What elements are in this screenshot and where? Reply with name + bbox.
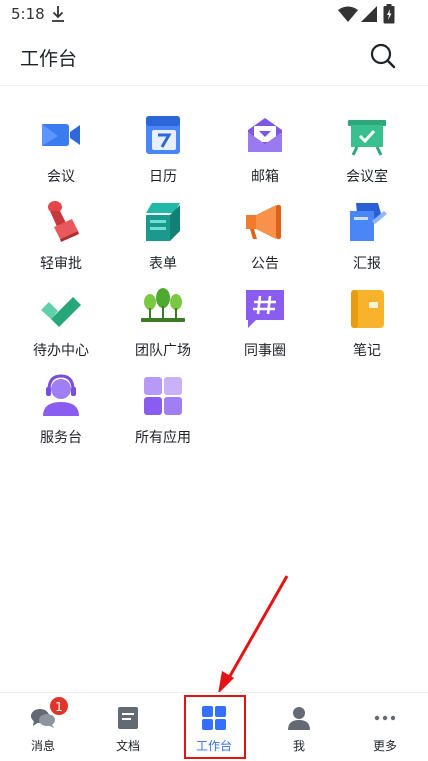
header: 工作台 (0, 30, 428, 86)
download-icon (52, 6, 64, 22)
tab-me[interactable]: 我 (264, 693, 334, 761)
app-label: 表单 (149, 256, 177, 272)
app-calendar[interactable]: 日历 (113, 110, 213, 196)
app-label: 汇报 (353, 256, 381, 272)
form-icon (146, 203, 180, 241)
report-icon (350, 203, 387, 241)
bottom-tab-bar: 1 消息 文档 工作台 我 更多 (0, 692, 428, 761)
app-label: 所有应用 (135, 430, 191, 446)
tab-label: 工作台 (195, 739, 232, 753)
notebook-icon (351, 290, 384, 328)
unread-badge: 1 (49, 696, 69, 716)
more-dots-icon (374, 715, 396, 721)
app-meeting-room[interactable]: 会议室 (317, 110, 417, 196)
meeting-room-icon (348, 120, 386, 156)
app-approval[interactable]: 轻审批 (11, 197, 111, 283)
app-team-square[interactable]: 团队广场 (113, 284, 213, 370)
video-meeting-icon (42, 124, 80, 146)
app-label: 服务台 (40, 430, 82, 446)
wifi-icon (338, 6, 358, 22)
tab-more[interactable]: 更多 (350, 693, 420, 761)
app-mail[interactable]: 邮箱 (215, 110, 315, 196)
person-icon (288, 707, 310, 730)
battery-icon (383, 4, 395, 24)
app-label: 轻审批 (40, 256, 82, 272)
tab-label: 更多 (372, 739, 397, 753)
megaphone-icon (246, 205, 281, 239)
app-form[interactable]: 表单 (113, 197, 213, 283)
app-todo[interactable]: 待办中心 (11, 284, 111, 370)
app-label: 同事圈 (244, 343, 286, 359)
app-label: 日历 (149, 169, 177, 185)
hashtag-chat-icon (246, 290, 284, 328)
app-all-apps[interactable]: 所有应用 (113, 371, 213, 457)
app-service-desk[interactable]: 服务台 (11, 371, 111, 457)
status-time: 5:18 (11, 5, 45, 23)
app-notes[interactable]: 笔记 (317, 284, 417, 370)
search-icon[interactable] (369, 42, 397, 70)
status-bar: 5:18 (0, 0, 428, 30)
all-apps-icon (144, 377, 182, 415)
app-label: 会议 (47, 169, 75, 185)
grid-icon (202, 706, 226, 730)
page-title: 工作台 (20, 48, 78, 70)
app-meeting[interactable]: 会议 (11, 110, 111, 196)
app-announcement[interactable]: 公告 (215, 197, 315, 283)
tab-label: 文档 (115, 739, 140, 753)
tab-label: 我 (292, 739, 305, 753)
app-label: 笔记 (353, 343, 381, 359)
tab-messages[interactable]: 1 消息 (8, 693, 78, 761)
tab-workbench[interactable]: 工作台 (179, 693, 249, 761)
tab-documents[interactable]: 文档 (93, 693, 163, 761)
app-moments[interactable]: 同事圈 (215, 284, 315, 370)
app-report[interactable]: 汇报 (317, 197, 417, 283)
app-label: 公告 (251, 256, 279, 272)
app-label: 邮箱 (251, 169, 279, 185)
app-label: 待办中心 (33, 343, 89, 359)
team-square-icon (141, 288, 185, 322)
stamp-icon (48, 201, 79, 242)
headset-agent-icon (43, 374, 79, 416)
tab-label: 消息 (30, 739, 55, 753)
checkmark-icon (41, 297, 81, 327)
mail-icon (248, 118, 282, 152)
calendar-icon (146, 116, 180, 154)
signal-icon (361, 6, 377, 22)
app-label: 会议室 (346, 169, 388, 185)
document-icon (118, 707, 138, 729)
app-label: 团队广场 (135, 343, 191, 359)
